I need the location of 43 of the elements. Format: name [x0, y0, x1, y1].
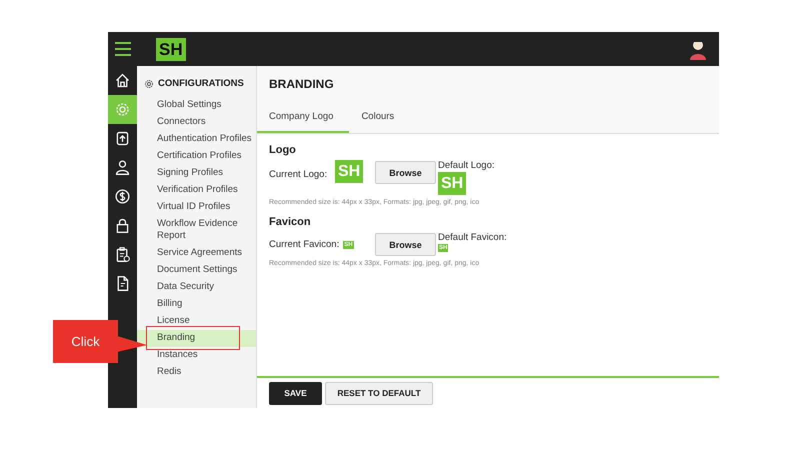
person-icon	[114, 159, 131, 176]
gear-icon	[144, 78, 154, 88]
section-heading: Favicon	[269, 216, 312, 228]
sidebar-item[interactable]: Workflow Evidence Report	[137, 216, 256, 245]
avatar-icon[interactable]	[689, 38, 707, 60]
sidebar-item[interactable]: Data Security	[137, 279, 256, 296]
sidebar-item[interactable]: Redis	[137, 364, 256, 381]
section-heading: Logo	[269, 144, 297, 156]
sidebar-item[interactable]: License	[137, 313, 256, 330]
clipboard-icon	[114, 246, 131, 263]
default-logo: SH	[438, 172, 466, 195]
page-title: BRANDING	[268, 76, 335, 93]
upload-icon	[114, 130, 131, 147]
sidebar-item[interactable]: Connectors	[137, 114, 256, 131]
home-icon	[114, 72, 131, 89]
sidebar-item[interactable]: Billing	[137, 296, 256, 313]
sidebar-item[interactable]: Certification Profiles	[137, 148, 256, 165]
browse-button[interactable]: Browse	[375, 161, 436, 184]
dollar-icon	[114, 188, 131, 205]
current-logo: SH	[335, 160, 364, 183]
menu-icon[interactable]	[115, 42, 131, 56]
sidebar-item[interactable]: Service Agreements	[137, 245, 256, 262]
tab[interactable]: Colours	[349, 103, 406, 133]
callout: Click	[53, 320, 118, 363]
sidebar-item[interactable]: Verification Profiles	[137, 182, 256, 199]
browse-button[interactable]: Browse	[375, 233, 436, 256]
field-label: Current Logo:	[269, 169, 328, 182]
sidebar-item[interactable]: Global Settings	[137, 97, 256, 114]
sidebar-item[interactable]: Instances	[137, 347, 256, 364]
lock-icon	[114, 217, 131, 234]
field-label: Current Favicon:	[269, 239, 340, 251]
logo: SH	[156, 38, 186, 60]
reset-button[interactable]: RESET TO DEFAULT	[325, 382, 433, 404]
save-button[interactable]: SAVE	[269, 382, 322, 404]
sidebar-item[interactable]: Document Settings	[137, 262, 256, 279]
tab[interactable]: Company Logo	[257, 103, 350, 133]
sidebar-item[interactable]: Signing Profiles	[137, 165, 256, 182]
sidebar-item[interactable]: Virtual ID Profiles	[137, 199, 256, 216]
sidebar-title: CONFIGURATIONS	[158, 78, 244, 89]
gear-icon	[114, 101, 131, 118]
field-label: Default Logo:	[438, 160, 495, 171]
sidebar-item[interactable]: Authentication Profiles	[137, 131, 256, 148]
field-label: Default Favicon:	[438, 232, 507, 243]
